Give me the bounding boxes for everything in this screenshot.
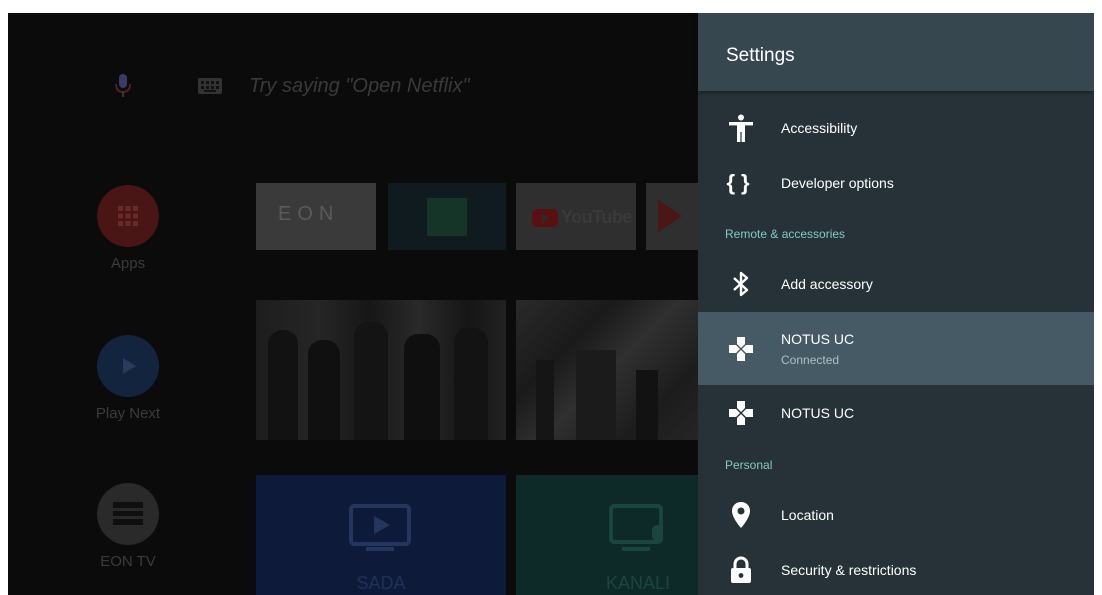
settings-item-accessibility[interactable]: Accessibility <box>698 108 1094 148</box>
settings-item-notus-uc[interactable]: NOTUS UC <box>698 393 1094 433</box>
search-hint[interactable]: Try saying "Open Netflix" <box>249 75 470 98</box>
notus-uc-status: Connected <box>781 352 840 367</box>
android-app-tile[interactable] <box>388 183 506 250</box>
play-next-card-2[interactable] <box>516 300 706 440</box>
apps-grid-icon <box>97 185 159 247</box>
settings-item-security-restrictions[interactable]: Security & restrictions <box>698 550 1094 590</box>
settings-title: Settings <box>726 45 795 66</box>
eon-app-tile[interactable]: EON <box>256 183 376 250</box>
add-accessory-label: Add accessory <box>781 276 873 292</box>
tv-screen: Try saying "Open Netflix" Apps Play Next <box>8 13 1094 595</box>
home-launcher: Try saying "Open Netflix" Apps Play Next <box>8 13 706 595</box>
accessibility-label: Accessibility <box>781 120 858 136</box>
security-restrictions-label: Security & restrictions <box>781 562 917 578</box>
play-icon <box>97 335 159 397</box>
play-next-label: Play Next <box>95 405 161 422</box>
section-remote-accessories: Remote & accessories <box>725 227 846 241</box>
eon-tv-icon <box>97 483 159 545</box>
section-personal: Personal <box>725 458 773 472</box>
bluetooth-icon <box>724 271 758 297</box>
accessibility-icon <box>724 114 758 142</box>
gamepad-icon <box>724 335 758 363</box>
eon-tv-label: EON TV <box>100 553 156 570</box>
settings-item-add-accessory[interactable]: Add accessory <box>698 264 1094 304</box>
tv-mic-icon <box>609 504 663 551</box>
sada-label: SADA <box>356 573 406 593</box>
apps-label: Apps <box>110 255 146 272</box>
notus-uc-title-2: NOTUS UC <box>781 405 855 421</box>
keyboard-icon[interactable] <box>197 76 223 96</box>
mic-icon[interactable] <box>113 73 133 99</box>
notus-uc-title: NOTUS UC <box>781 330 855 347</box>
kanali-tile[interactable]: KANALI <box>516 475 706 595</box>
google-play-icon <box>658 200 682 232</box>
lock-icon <box>724 556 758 584</box>
settings-item-location[interactable]: Location <box>698 495 1094 535</box>
sada-tile[interactable]: SADA <box>256 475 506 595</box>
google-play-tile[interactable] <box>646 183 706 250</box>
kanali-label: KANALI <box>606 573 671 593</box>
youtube-logo: YouTube <box>532 207 632 228</box>
youtube-app-tile[interactable]: YouTube <box>516 183 636 250</box>
youtube-play-icon <box>532 208 558 227</box>
settings-panel: Settings Accessibility {} Developer opti… <box>698 13 1094 595</box>
settings-item-developer-options[interactable]: {} Developer options <box>698 163 1094 203</box>
developer-options-label: Developer options <box>781 175 894 191</box>
apps-shortcut[interactable]: Apps <box>92 185 164 272</box>
settings-header: Settings <box>698 13 1094 91</box>
tv-play-icon <box>349 504 411 551</box>
search-row: Try saying "Open Netflix" <box>113 71 470 101</box>
location-pin-icon <box>724 501 758 529</box>
gamepad-icon <box>724 399 758 427</box>
settings-item-notus-uc-connected[interactable]: NOTUS UC Connected <box>698 312 1094 385</box>
play-next-card-1[interactable] <box>256 300 506 440</box>
android-icon <box>427 198 467 236</box>
play-next-shortcut[interactable]: Play Next <box>92 335 164 422</box>
eon-logo: EON <box>278 203 340 225</box>
eon-tv-shortcut[interactable]: EON TV <box>92 483 164 570</box>
location-label: Location <box>781 507 834 523</box>
code-braces-icon: {} <box>726 170 756 195</box>
